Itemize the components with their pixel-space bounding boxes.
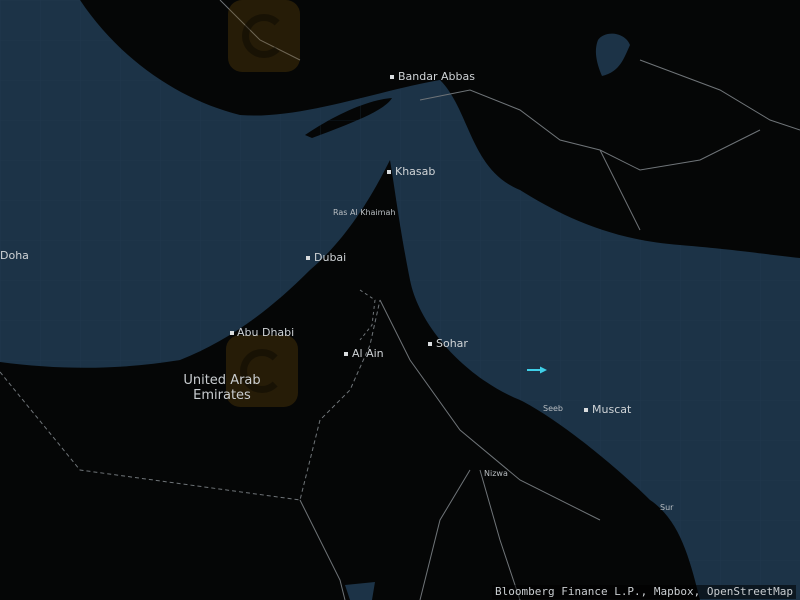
city-label-seeb: Seeb: [543, 404, 563, 413]
city-label-abu-dhabi: Abu Dhabi: [237, 326, 295, 339]
city-marker: [344, 352, 348, 356]
city-marker: [584, 408, 588, 412]
country-label-uae: United Arab Emirates: [183, 373, 261, 403]
vessel-marker-icon[interactable]: [526, 365, 548, 375]
city-label-khasab: Khasab: [395, 165, 436, 178]
city-marker: [428, 342, 432, 346]
city-label-ras-al-khaimah: Ras Al Khaimah: [333, 208, 396, 217]
city-label-sur: Sur: [660, 503, 674, 512]
map-base: [0, 0, 800, 600]
city-marker: [387, 170, 391, 174]
city-marker: [306, 256, 310, 260]
city-marker: [390, 75, 394, 79]
city-marker: [230, 331, 234, 335]
city-label-al-ain: Al Ain: [352, 347, 384, 360]
map-view[interactable]: Bandar Abbas Khasab Ras Al Khaimah Dubai…: [0, 0, 800, 600]
city-label-dubai: Dubai: [314, 251, 347, 264]
inlet-water: [345, 582, 375, 600]
watermark-logo: [228, 0, 300, 72]
city-label-doha: Doha: [0, 249, 29, 262]
city-label-muscat: Muscat: [592, 403, 632, 416]
reservoir-water: [595, 33, 630, 76]
map-attribution: Bloomberg Finance L.P., Mapbox, OpenStre…: [491, 585, 796, 599]
city-label-sohar: Sohar: [436, 337, 468, 350]
city-label-nizwa: Nizwa: [484, 469, 508, 478]
city-label-bandar-abbas: Bandar Abbas: [398, 70, 475, 83]
